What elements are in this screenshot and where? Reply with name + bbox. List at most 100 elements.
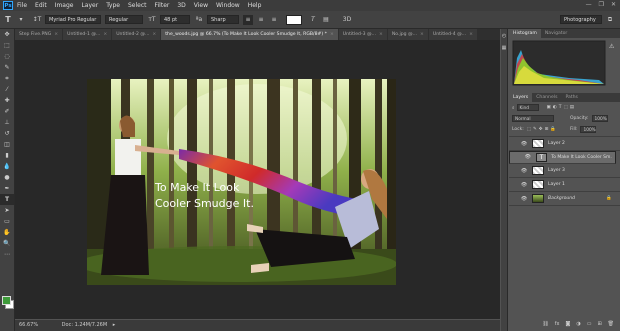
antialias-select[interactable]: Sharp (207, 15, 239, 24)
filter-type-icons[interactable]: ▣◐T⬚▤ (547, 105, 576, 110)
properties-icon[interactable]: ▦ (501, 45, 507, 51)
tab-untitled-4[interactable]: Untitled-4 @... × (428, 29, 477, 40)
new-group-icon[interactable]: ▭ (587, 321, 592, 330)
tab-untitled-3[interactable]: Untitled-3 @... × (338, 29, 387, 40)
align-left-icon[interactable]: ≡ (243, 14, 253, 25)
close-tab-icon: × (420, 32, 424, 37)
tab-no-jpg[interactable]: No.jpg @... × (387, 29, 428, 40)
character-panel-icon[interactable]: ▤ (321, 15, 331, 25)
tab-untitled-1[interactable]: Untitled-1 @... × (63, 29, 112, 40)
quick-selection-tool-icon[interactable]: ✎ (0, 62, 14, 73)
history-icon[interactable]: ◴ (501, 33, 507, 39)
eraser-tool-icon[interactable]: ◫ (0, 139, 14, 150)
visibility-eye-icon[interactable]: 👁 (520, 141, 528, 147)
hand-tool-icon[interactable]: ✋ (0, 227, 14, 238)
layer-row[interactable]: 👁 T To Make It Look Cooler Sm... (509, 151, 616, 164)
layer-row[interactable]: 👁 Background 🔒 (509, 192, 620, 206)
options-bar: T ▾ ↕T Myriad Pro Regular Regular ᴛT 48 … (0, 11, 620, 29)
zoom-tool-icon[interactable]: 🔍 (0, 238, 14, 249)
tab-the-woods[interactable]: the_woods.jpg @ 66.7% (To Make It Look C… (161, 29, 338, 40)
menu-filter[interactable]: Filter (155, 2, 170, 9)
layer-row[interactable]: 👁 Layer 3 (509, 164, 620, 178)
lock-icon: 🔒 (606, 196, 612, 201)
layer-name: To Make It Look Cooler Sm... (551, 155, 612, 160)
lock-icons[interactable]: ⬚✎✥⊞🔒 (527, 127, 558, 132)
align-center-icon[interactable]: ≡ (256, 15, 266, 25)
shape-tool-icon[interactable]: ▭ (0, 216, 14, 227)
layer-row[interactable]: 👁 Layer 1 (509, 178, 620, 192)
close-icon[interactable]: ✕ (611, 1, 616, 8)
eyedropper-tool-icon[interactable]: ⁄ (0, 84, 14, 95)
toggle-orientation-icon[interactable]: ↕T (32, 15, 42, 25)
adjustment-layer-icon[interactable]: ◑ (576, 321, 580, 330)
delete-layer-icon[interactable]: 🗑 (608, 321, 614, 330)
layer-filter-select[interactable]: Kind (516, 104, 539, 111)
move-tool-icon[interactable]: ✥ (0, 29, 14, 40)
3d-icon[interactable]: 3D (342, 15, 352, 25)
tab-layers[interactable]: Layers (509, 93, 533, 102)
foreground-color-swatch[interactable] (2, 296, 11, 305)
dodge-tool-icon[interactable]: ● (0, 172, 14, 183)
text-color-swatch[interactable] (286, 14, 302, 25)
status-menu-icon[interactable]: ▸ (113, 322, 116, 328)
lasso-tool-icon[interactable]: ◌ (0, 51, 14, 62)
add-mask-icon[interactable]: ◙ (565, 321, 570, 330)
menu-type[interactable]: Type (106, 2, 120, 9)
tab-step-five[interactable]: Step Five.PNG × (15, 29, 63, 40)
panel-dock-strip: ◴ ▦ (501, 29, 508, 331)
type-tool-icon[interactable]: T (3, 15, 13, 25)
marquee-tool-icon[interactable]: ⬚ (0, 40, 14, 51)
visibility-eye-icon[interactable]: 👁 (524, 153, 532, 162)
new-layer-icon[interactable]: ⊞ (597, 321, 601, 330)
warp-text-icon[interactable]: 𝘛 (308, 15, 318, 25)
workspace-menu-icon[interactable]: ⧉ (605, 15, 615, 25)
menu-file[interactable]: File (17, 2, 27, 9)
history-brush-tool-icon[interactable]: ↺ (0, 128, 14, 139)
tab-paths[interactable]: Paths (561, 93, 582, 102)
layer-row[interactable]: 👁 Layer 2 (509, 137, 620, 151)
brush-tool-icon[interactable]: ✐ (0, 106, 14, 117)
link-layers-icon[interactable]: ⛓ (542, 321, 548, 330)
tool-preset-dropdown-icon[interactable]: ▾ (16, 15, 26, 25)
type-tool-icon[interactable]: T (0, 194, 14, 205)
menu-image[interactable]: Image (55, 2, 74, 9)
clone-stamp-tool-icon[interactable]: ⊥ (0, 117, 14, 128)
visibility-eye-icon[interactable]: 👁 (520, 182, 528, 188)
menu-layer[interactable]: Layer (81, 2, 98, 9)
minimize-icon[interactable]: — (586, 1, 592, 8)
path-selection-tool-icon[interactable]: ➤ (0, 205, 14, 216)
crop-tool-icon[interactable]: ⌗ (0, 73, 14, 84)
photoshop-logo: Ps (3, 1, 13, 10)
font-style-select[interactable]: Regular (105, 15, 143, 24)
font-size-select[interactable]: 48 pt (160, 15, 190, 24)
font-family-select[interactable]: Myriad Pro Regular (45, 15, 101, 24)
blur-tool-icon[interactable]: 💧 (0, 161, 14, 172)
blend-mode-select[interactable]: Normal (512, 115, 554, 122)
canvas-image[interactable]: To Make It Look Cooler Smudge It. (87, 79, 396, 285)
menu-3d[interactable]: 3D (177, 2, 185, 9)
document-tabs: Step Five.PNG × Untitled-1 @... × Untitled… (15, 29, 500, 40)
tab-untitled-2[interactable]: Untitled-2 @... × (112, 29, 161, 40)
workspace-select[interactable]: Photography (560, 15, 602, 24)
gradient-tool-icon[interactable]: ▮ (0, 150, 14, 161)
more-tools-icon[interactable]: ⋯ (0, 249, 14, 260)
menu-edit[interactable]: Edit (35, 2, 47, 9)
tab-channels[interactable]: Channels (532, 93, 561, 102)
menu-view[interactable]: View (194, 2, 208, 9)
fill-input[interactable]: 100% (580, 126, 597, 133)
opacity-input[interactable]: 100% (591, 115, 608, 122)
restore-icon[interactable]: ❐ (599, 1, 604, 8)
menu-select[interactable]: Select (128, 2, 147, 9)
layer-style-icon[interactable]: fx (555, 321, 560, 330)
pen-tool-icon[interactable]: ✒ (0, 183, 14, 194)
menu-window[interactable]: Window (216, 2, 240, 9)
visibility-eye-icon[interactable]: 👁 (520, 196, 528, 202)
align-right-icon[interactable]: ≡ (269, 15, 279, 25)
zoom-level[interactable]: 66.67% (19, 322, 38, 328)
visibility-eye-icon[interactable]: 👁 (520, 168, 528, 174)
healing-brush-tool-icon[interactable]: ✚ (0, 95, 14, 106)
tab-navigator[interactable]: Navigator (541, 29, 571, 38)
warning-icon: ⚠ (609, 43, 615, 50)
menu-help[interactable]: Help (248, 2, 262, 9)
tab-histogram[interactable]: Histogram (509, 29, 541, 38)
